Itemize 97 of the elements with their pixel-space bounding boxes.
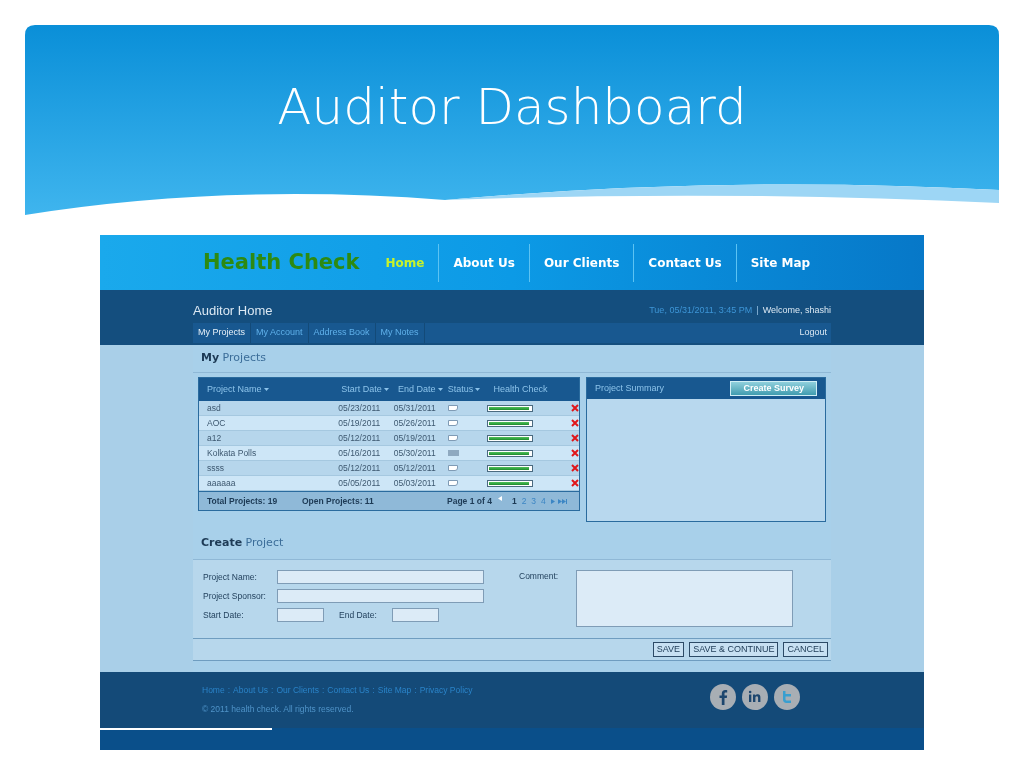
- separator: |: [756, 303, 759, 317]
- column-header[interactable]: Project Name: [207, 382, 262, 397]
- page-link[interactable]: 2: [521, 494, 527, 508]
- form-button[interactable]: CANCEL: [783, 642, 828, 657]
- footer-link[interactable]: Site Map: [377, 684, 412, 697]
- health-meter: [487, 479, 534, 487]
- create-survey-button[interactable]: Create Survey: [730, 381, 817, 396]
- column-header[interactable]: Health Check: [493, 382, 548, 397]
- table-cell-text: 05/19/2011: [338, 416, 382, 430]
- table-cell-text: 05/30/2011: [393, 446, 437, 460]
- health-meter: [487, 464, 534, 472]
- column-header[interactable]: Status: [447, 382, 474, 397]
- subnav-tab[interactable]: My Account: [251, 323, 309, 343]
- sort-icon[interactable]: [263, 388, 269, 391]
- form-button[interactable]: SAVE & CONTINUE: [689, 642, 779, 657]
- field-label: Project Sponsor:: [203, 589, 267, 603]
- page-link[interactable]: 4: [541, 494, 546, 508]
- linkedin-icon[interactable]: [742, 684, 768, 710]
- page-info: Page 1 of 4: [447, 494, 492, 508]
- last-page-icon[interactable]: [557, 498, 567, 504]
- field-label: Comment:: [519, 570, 560, 583]
- table-cell-text: 05/31/2011: [393, 401, 437, 415]
- footer-link[interactable]: About Us: [233, 684, 269, 697]
- nav-tab[interactable]: Home: [371, 243, 439, 282]
- subnav-tab[interactable]: My Notes: [375, 323, 425, 343]
- sort-icon[interactable]: [437, 388, 443, 391]
- delete-icon[interactable]: [571, 449, 579, 457]
- input-field[interactable]: [277, 589, 484, 603]
- table-cell-text: 05/26/2011: [393, 416, 437, 430]
- table-cell-text: aaaaaa: [206, 476, 237, 490]
- logout-link[interactable]: Logout: [799, 326, 831, 340]
- nav-tab[interactable]: Site Map: [735, 243, 825, 282]
- table-cell-text: 05/12/2011: [338, 461, 382, 475]
- delete-icon[interactable]: [571, 479, 579, 487]
- facebook-icon[interactable]: [710, 684, 736, 710]
- delete-icon[interactable]: [571, 434, 579, 442]
- field-label: Project Name:: [203, 570, 258, 584]
- health-meter: [487, 404, 534, 412]
- footer-link[interactable]: Contact Us: [327, 684, 370, 697]
- page-link[interactable]: 3: [531, 494, 537, 508]
- panel-title: Project Summary: [595, 381, 665, 395]
- footer-link[interactable]: Privacy Policy: [419, 684, 473, 697]
- previous-icon[interactable]: [497, 495, 502, 501]
- table-cell-text: a12: [206, 431, 223, 445]
- subnav-tab[interactable]: Address Book: [308, 323, 376, 343]
- section-heading: My Projects: [201, 350, 266, 367]
- nav-tab[interactable]: Contact Us: [633, 243, 736, 282]
- health-meter: [487, 419, 534, 427]
- bird-icon[interactable]: [774, 684, 800, 710]
- input-field[interactable]: [277, 608, 324, 622]
- section-heading: Create Project: [201, 535, 284, 552]
- link-separator: :: [321, 684, 325, 697]
- delete-icon[interactable]: [571, 419, 579, 427]
- link-separator: :: [372, 684, 375, 697]
- table-cell-text: 05/19/2011: [393, 431, 437, 445]
- table-cell-text: 05/03/2011: [393, 476, 437, 490]
- link-separator: :: [414, 684, 417, 697]
- field-label: Start Date:: [203, 608, 245, 622]
- input-field[interactable]: [392, 608, 439, 622]
- table-cell-text: 05/12/2011: [338, 431, 382, 445]
- subnav-tab[interactable]: My Projects: [193, 323, 251, 343]
- sort-icon[interactable]: [475, 388, 481, 391]
- column-header[interactable]: End Date: [397, 382, 436, 397]
- table-cell-text: Kolkata Polls: [206, 446, 258, 460]
- site-logo: Health Check: [203, 248, 360, 276]
- footer-link[interactable]: Home: [202, 684, 225, 697]
- table-cell-text: 05/05/2011: [338, 476, 382, 490]
- open-count: Open Projects: 11: [302, 494, 375, 508]
- slide-title: Auditor Dashboard: [276, 77, 748, 138]
- form-button[interactable]: SAVE: [652, 642, 685, 657]
- link-separator: :: [271, 684, 274, 697]
- table-cell-text: ssss: [206, 461, 225, 475]
- welcome-text: Welcome, shashi: [762, 303, 831, 317]
- table-cell-text: AOC: [206, 416, 227, 430]
- table-cell-text: 05/16/2011: [338, 446, 382, 460]
- page-link[interactable]: 1: [511, 494, 517, 508]
- delete-icon[interactable]: [571, 464, 579, 472]
- table-cell-text: 05/12/2011: [393, 461, 437, 475]
- copyright-text: © 2011 health check. All rights reserved.: [202, 702, 355, 716]
- next-icon[interactable]: [550, 498, 557, 504]
- health-meter: [487, 449, 534, 457]
- footer-link[interactable]: Our Clients: [276, 684, 319, 697]
- input-field[interactable]: [277, 570, 484, 584]
- nav-tab[interactable]: Our Clients: [528, 243, 634, 282]
- link-separator: :: [227, 684, 231, 697]
- table-cell-text: asd: [206, 401, 222, 415]
- date-time: Tue, 05/31/2011, 3:45 PM: [649, 303, 753, 317]
- comment-field[interactable]: [576, 570, 793, 627]
- table-cell-text: 05/23/2011: [338, 401, 382, 415]
- delete-icon[interactable]: [571, 404, 579, 412]
- health-meter: [487, 434, 534, 442]
- column-header[interactable]: Start Date: [341, 382, 382, 397]
- total-count: Total Projects: 19: [207, 494, 279, 508]
- page-title: Auditor Home: [193, 301, 273, 320]
- field-label: End Date:: [339, 608, 378, 622]
- nav-tab[interactable]: About Us: [438, 243, 529, 282]
- sort-icon[interactable]: [383, 388, 389, 391]
